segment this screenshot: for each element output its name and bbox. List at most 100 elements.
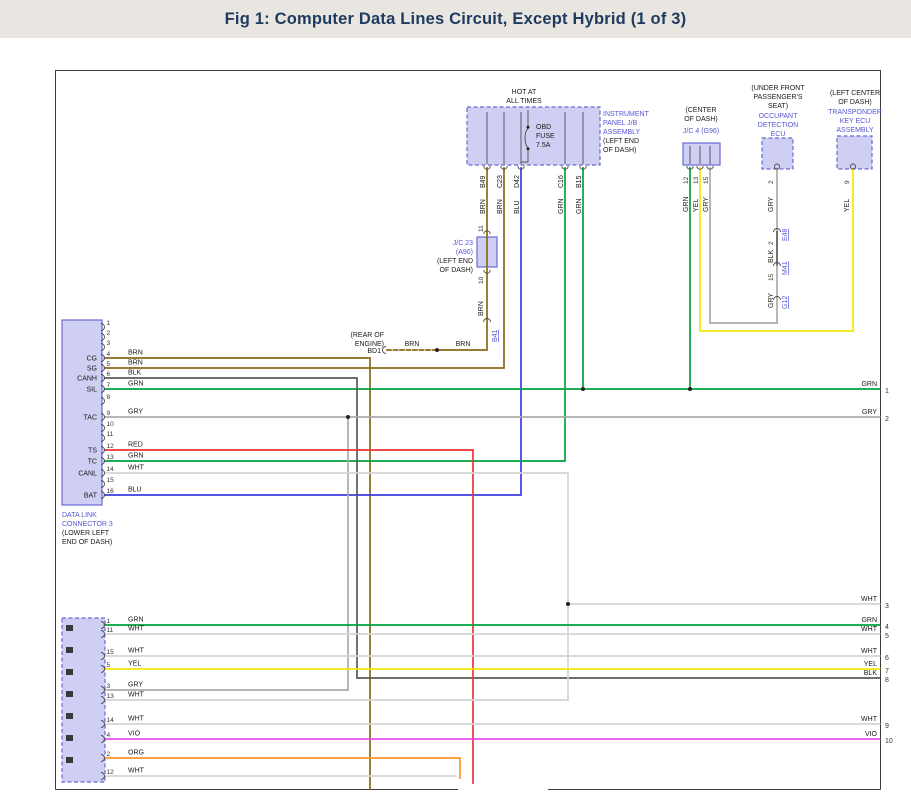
dlc3-wirecolor-canl: WHT (128, 465, 145, 472)
hot-at-label: HOT AT (512, 89, 537, 96)
edge-continuation-num: 8 (885, 677, 889, 684)
dlc3-pin-num: 12 (107, 443, 115, 450)
transponder-loc-1: (LEFT CENTER (830, 90, 880, 97)
wiring-diagram-canvas: HOT AT ALL TIMES OBD FUSE 7.5A INSTRUMEN… (0, 38, 911, 804)
dlc3-wirecolor-bat: BLU (128, 487, 142, 494)
instrument-panel-jb (467, 107, 600, 165)
dlc3-pin-num: 5 (107, 361, 111, 368)
transponder-pin: 9 (844, 180, 851, 184)
conn2-wirecolor: WHT (128, 716, 145, 723)
dlc3-pin-num: 15 (107, 477, 115, 484)
jb-pin-c23: C23 (497, 175, 504, 188)
b41-connector-label[interactable]: B41 (492, 329, 499, 342)
conn2-wirecolor: ORG (128, 750, 144, 757)
dlc3-pin-num: 13 (107, 454, 115, 461)
occupant-loc-3: SEAT) (768, 103, 788, 110)
occupant-loc-1: (UNDER FRONT (751, 85, 805, 92)
transponder-name-2: KEY ECU (840, 118, 871, 125)
dlc3-wirecolor-sil: GRN (128, 381, 144, 388)
conn2-wirecolor: GRY (128, 682, 143, 689)
conn2-pin-num: 14 (107, 717, 115, 724)
dlc3-signal-sg: SG (87, 366, 97, 373)
dlc3-wirecolor-ts: RED (128, 442, 143, 449)
edge-wire-label: WHT (861, 716, 878, 723)
conn2-wirecolor: GRN (128, 617, 144, 624)
junction-dot-wht (566, 602, 570, 606)
fuse-label-2: FUSE (536, 133, 555, 140)
occupant-chain-0-num: 2 (768, 180, 775, 184)
edge-wire-label: GRN (861, 381, 877, 388)
jc4-box (683, 143, 720, 165)
junction-dot-jc4-sil (688, 387, 692, 391)
dlc3-signal-tac: TAC (84, 415, 97, 422)
dlc3-pin-num: 1 (107, 320, 111, 327)
junction-dot-tac (346, 415, 350, 419)
dlc3-signal-bat: BAT (84, 493, 98, 500)
occupant-chain-2-wire: GRY (768, 293, 775, 308)
occupant-chain-0-wire: GRY (768, 197, 775, 212)
dlc3-pin-num: 9 (107, 410, 111, 417)
conn2-wirecolor: YEL (128, 661, 141, 668)
occupant-chain-1-num: 2 (768, 241, 775, 245)
transponder-name-1: TRANSPONDER (828, 109, 882, 116)
edge-continuation-num: 9 (885, 723, 889, 730)
dlc3-signal-canl: CANL (78, 471, 97, 478)
fuse-label-3: 7.5A (536, 142, 551, 149)
jc23-loc-2: OF DASH) (440, 267, 473, 274)
dlc3-pin-num: 6 (107, 371, 111, 378)
edge-continuation-num: 2 (885, 416, 889, 423)
transponder-wire: YEL (844, 199, 851, 212)
dlc3-pin-num: 3 (107, 340, 111, 347)
occupant-chain-0-connector[interactable]: E48 (782, 228, 789, 241)
dlc3-name-2: CONNECTOR 3 (62, 521, 113, 528)
conn2-pin-num: 4 (107, 732, 111, 739)
fuse-dot-top (527, 126, 530, 129)
figure-title-bar: Fig 1: Computer Data Lines Circuit, Exce… (0, 0, 911, 38)
splice-dot-bd (435, 348, 439, 352)
bd-splice-name: BD1 (367, 348, 381, 355)
bd-wire-right: BRN (456, 341, 471, 348)
jc4-pin-1: 13 (693, 176, 700, 184)
jc23-name-1: J/C 23 (453, 240, 473, 247)
junction-dot-b15-sil (581, 387, 585, 391)
edge-wire-label: VIO (865, 731, 878, 738)
edge-wire-label: GRN (861, 617, 877, 624)
occupant-name-2: DETECTION (758, 122, 798, 129)
edge-continuation-num: 3 (885, 603, 889, 610)
all-times-label: ALL TIMES (506, 98, 542, 105)
transponder-loc-2: OF DASH) (838, 99, 871, 106)
edge-wire-label: YEL (864, 661, 877, 668)
occupant-loc-2: PASSENGER'S (753, 94, 802, 101)
occupant-chain-1-connector[interactable]: M41 (782, 261, 789, 275)
jb-pin-c16: C16 (558, 175, 565, 188)
jb-name-1: INSTRUMENT (603, 111, 650, 118)
jb-loc-1: (LEFT END (603, 138, 639, 145)
wire-canh-blk (105, 378, 880, 678)
wire-ts-red (105, 450, 474, 783)
jc4-pin-0: 12 (683, 176, 690, 184)
dlc3-wirecolor-cg: BRN (128, 350, 143, 357)
dlc3-signal-tc: TC (88, 459, 97, 466)
occupant-name-1: OCCUPANT (759, 113, 798, 120)
dlc3-loc-1: (LOWER LEFT (62, 530, 110, 537)
occupant-chain-2-connector[interactable]: G12 (782, 296, 789, 309)
dlc3-loc-2: END OF DASH) (62, 539, 112, 546)
dlc3-signal-canh: CANH (77, 376, 97, 383)
fuse-dot-bottom (527, 147, 530, 150)
dlc3-wirecolor-sg: BRN (128, 360, 143, 367)
wire-bat-blu (105, 168, 522, 495)
dlc3-wirecolor-tc: GRN (128, 453, 144, 460)
transponder-name-3: ASSEMBLY (836, 127, 874, 134)
conn2-wirecolor: WHT (128, 626, 145, 633)
bd-loc-1: (REAR OF (351, 332, 384, 339)
conn2-wirecolor: WHT (128, 648, 145, 655)
jb-pin-hooks (484, 166, 586, 169)
conn2-pin-num: 11 (107, 627, 114, 634)
dlc3-name-1: DATA LINK (62, 512, 97, 519)
jc23-pin-top: 11 (478, 225, 485, 232)
bottom-connector (62, 618, 105, 782)
edge-continuation-num: 4 (885, 624, 889, 631)
edge-continuation-num: 6 (885, 655, 889, 662)
jc4-loc-2: OF DASH) (684, 116, 717, 123)
wire-canl-wht (105, 473, 569, 700)
